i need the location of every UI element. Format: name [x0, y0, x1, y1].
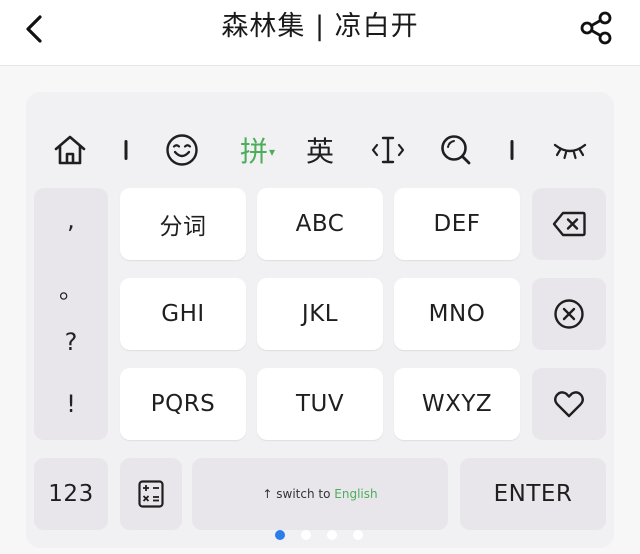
key-label: WXYZ: [421, 391, 493, 417]
search-icon: [441, 135, 471, 165]
space-label-english: English: [334, 487, 378, 501]
toolbar-divider: [504, 130, 520, 170]
toolbar-divider: [118, 130, 134, 170]
page-dot-active[interactable]: [275, 530, 285, 540]
calculator-key[interactable]: [120, 458, 182, 530]
wink-emoji-icon: [166, 134, 198, 166]
key-label: TUV: [295, 391, 345, 417]
page-title: 森林集 | 凉白开: [221, 11, 419, 42]
english-label: 英: [305, 135, 334, 168]
space-label: ↑ switch to English: [262, 487, 377, 501]
home-button[interactable]: [50, 130, 90, 170]
key-wxyz[interactable]: WXYZ: [394, 368, 520, 440]
backspace-key[interactable]: [532, 188, 606, 260]
key-pqrs[interactable]: PQRS: [120, 368, 246, 440]
key-jkl[interactable]: JKL: [257, 278, 383, 350]
page-dot[interactable]: [301, 530, 311, 540]
page-dot[interactable]: [327, 530, 337, 540]
pinyin-switch[interactable]: 拼 ▾: [232, 130, 282, 170]
nav-bar: 森林集 | 凉白开: [0, 0, 640, 66]
key-mno[interactable]: MNO: [394, 278, 520, 350]
clear-key[interactable]: [532, 278, 606, 350]
english-switch[interactable]: 英: [300, 130, 340, 170]
punct-question-key[interactable]: ?: [34, 328, 108, 356]
key-fenci[interactable]: 分词: [120, 188, 246, 260]
key-label: ABC: [295, 211, 345, 237]
enter-key[interactable]: ENTER: [460, 458, 606, 530]
cursor-button[interactable]: [368, 130, 408, 170]
backspace-icon: [552, 211, 586, 237]
key-ghi[interactable]: GHI: [120, 278, 246, 350]
key-label: GHI: [161, 301, 205, 327]
key-label: MNO: [428, 301, 486, 327]
hide-keyboard-button[interactable]: [548, 130, 592, 170]
space-label-prefix: ↑ switch to: [262, 487, 331, 501]
calculator-icon: [138, 480, 164, 508]
clear-circle-icon: [554, 299, 584, 329]
punctuation-keys: , 。 ? !: [34, 188, 108, 440]
numbers-key[interactable]: 123: [34, 458, 108, 530]
key-label: DEF: [433, 211, 481, 237]
pinyin-label: 拼: [239, 135, 268, 168]
key-label: ENTER: [493, 481, 573, 507]
punct-period-key[interactable]: 。: [34, 270, 108, 305]
favorite-key[interactable]: [532, 368, 606, 440]
key-abc[interactable]: ABC: [257, 188, 383, 260]
punct-comma-key[interactable]: ,: [34, 206, 108, 234]
space-key[interactable]: ↑ switch to English: [192, 458, 448, 530]
punct-exclaim-key[interactable]: !: [34, 390, 108, 418]
chevron-down-icon: ▾: [268, 145, 276, 159]
key-label: PQRS: [150, 391, 216, 417]
cursor-move-icon: [371, 136, 405, 164]
closed-eye-icon: [553, 143, 587, 160]
key-def[interactable]: DEF: [394, 188, 520, 260]
search-button[interactable]: [436, 130, 476, 170]
share-icon[interactable]: [578, 10, 614, 46]
key-tuv[interactable]: TUV: [257, 368, 383, 440]
page-indicator: [275, 530, 363, 540]
emoji-button[interactable]: [162, 130, 202, 170]
page-dot[interactable]: [353, 530, 363, 540]
key-label: 123: [48, 481, 94, 507]
key-label: 分词: [159, 214, 207, 240]
heart-icon: [554, 391, 584, 418]
key-label: JKL: [301, 301, 339, 327]
home-icon: [54, 135, 86, 165]
